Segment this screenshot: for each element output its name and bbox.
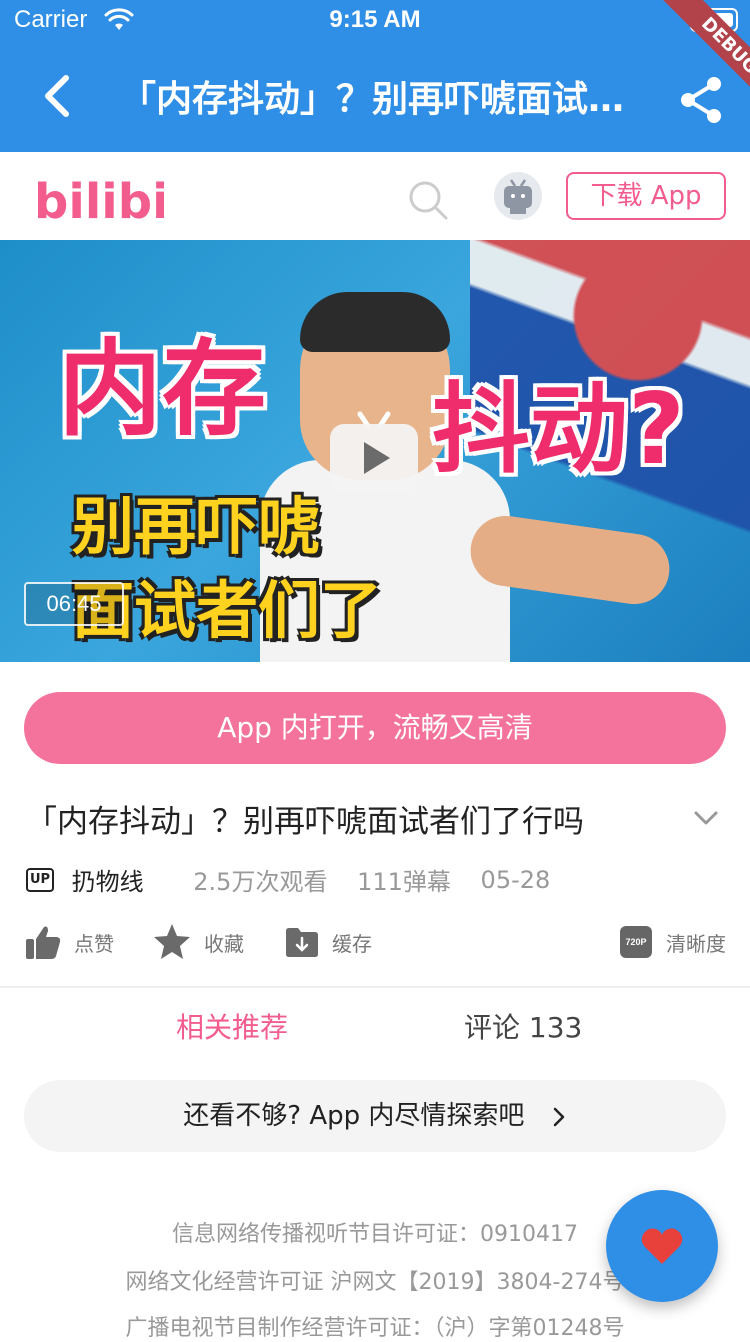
quality-button[interactable]: 720P 清晰度 [620,918,726,966]
chevron-right-icon [553,1107,564,1126]
open-in-app-button[interactable]: App 内打开，流畅又高清 [24,692,726,764]
favorite-button[interactable]: 收藏 [152,918,244,966]
like-button[interactable]: 点赞 [24,918,114,966]
uploader-name[interactable]: 扔物线 [72,868,144,896]
explore-label: 还看不够? App 内尽情探索吧 [183,1101,525,1131]
quality-label: 清晰度 [666,931,726,956]
favorite-fab[interactable] [606,1190,718,1302]
share-icon[interactable] [676,74,728,126]
battery-icon [690,8,738,32]
quality-720p-icon: 720P [620,926,652,958]
chevron-down-icon[interactable] [690,802,722,834]
video-duration: 06:45 [24,582,124,626]
search-icon[interactable] [406,178,450,222]
video-player[interactable]: 内存 抖动? 别再吓唬 面试者们了 06:45 [0,240,750,662]
like-label: 点赞 [74,931,114,956]
page-title: 「内存抖动」？别再吓唬面试者们了行吗 [120,79,630,120]
star-icon [154,924,190,959]
view-count: 2.5万次观看 [193,868,328,896]
footer-license-3: 广播电视节目制作经营许可证：（沪）字第01248号 [125,1316,625,1341]
status-bar: Carrier 9:15 AM [0,0,750,40]
danmaku-count: 111弹幕 [357,868,451,896]
tab-comments[interactable]: 评论 133 [464,1006,582,1046]
explore-in-app-button[interactable]: 还看不够? App 内尽情探索吧 [24,1080,726,1152]
thumbnail-caption-2: 抖动? [432,373,685,487]
thumbnail-caption-3: 别再吓唬 [72,490,321,563]
presenter-hair [300,292,450,352]
cache-button[interactable]: 缓存 [284,918,372,966]
upload-date: 05-28 [480,865,551,894]
app-bar: 「内存抖动」？别再吓唬面试者们了行吗 [0,40,750,152]
action-bar: 点赞 收藏 缓存 720P 清晰度 [0,918,750,966]
video-meta: UP 扔物线 2.5万次观看 111弹幕 05-28 [26,862,572,898]
video-title: 「内存抖动」？别再吓唬面试者们了行吗 [26,804,584,840]
tab-related[interactable]: 相关推荐 [176,1006,288,1046]
thumbnail-caption-1: 内存 [58,328,267,450]
content-tabs: 相关推荐 评论 133 [0,1006,750,1054]
divider [0,986,750,988]
site-header: bilibili 下载 App [0,152,750,240]
logo-text: bilibili [34,174,164,228]
back-arrow-icon[interactable] [30,68,86,124]
download-app-button[interactable]: 下载 App [566,172,726,220]
bilibili-logo[interactable]: bilibili [34,166,164,228]
tv-mascot-icon [504,179,532,214]
download-folder-icon [286,928,318,957]
play-icon[interactable] [326,408,422,496]
clock: 9:15 AM [329,6,421,33]
cache-label: 缓存 [332,931,372,956]
thumbs-up-icon [26,926,61,959]
up-badge-icon: UP [26,867,54,892]
favorite-label: 收藏 [204,931,244,956]
heart-icon [641,1228,683,1264]
avatar[interactable] [494,172,542,220]
